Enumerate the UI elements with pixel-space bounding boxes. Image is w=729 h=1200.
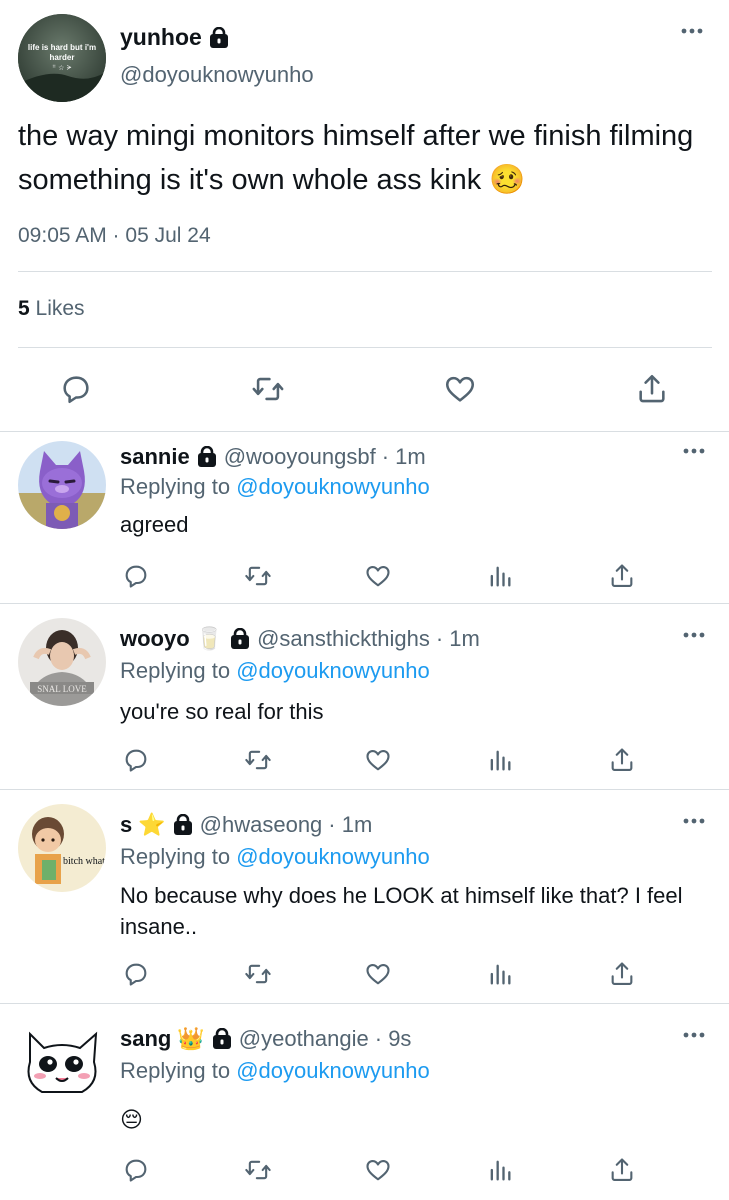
- replying-to: Replying to @doyouknowyunho: [120, 1058, 430, 1084]
- mention-link[interactable]: @doyouknowyunho: [236, 658, 430, 683]
- name-emoji: 👑: [177, 1026, 205, 1051]
- like-icon[interactable]: [360, 742, 396, 778]
- reply-text: agreed: [120, 512, 189, 537]
- replying-to: Replying to @doyouknowyunho: [120, 474, 430, 500]
- timestamp[interactable]: 09:05 AM · 05 Jul 24: [18, 224, 211, 248]
- lock-icon: [172, 814, 194, 836]
- share-icon[interactable]: [604, 558, 640, 594]
- retweet-icon[interactable]: [240, 1152, 276, 1188]
- reply-icon[interactable]: [56, 366, 96, 412]
- share-icon[interactable]: [604, 1152, 640, 1188]
- avatar[interactable]: life is hard but i'm harder ꜝꜝ ☆ ᗒ: [18, 14, 106, 102]
- reply-tweet[interactable]: sang 👑 @yeothangie · 9s Replying to @doy…: [0, 1004, 729, 1200]
- display-name[interactable]: sannie: [120, 444, 190, 470]
- replying-to: Replying to @doyouknowyunho: [120, 658, 430, 684]
- display-name[interactable]: wooyo: [120, 626, 190, 652]
- views-icon[interactable]: [482, 1152, 518, 1188]
- reply-icon[interactable]: [118, 1152, 154, 1188]
- share-icon[interactable]: [632, 366, 672, 412]
- replying-prefix: Replying to: [120, 474, 231, 499]
- time[interactable]: · 9s: [375, 1026, 412, 1052]
- time[interactable]: · 1m: [436, 626, 480, 652]
- divider: [18, 347, 712, 348]
- like-icon[interactable]: [360, 1152, 396, 1188]
- lock-icon: [211, 1028, 233, 1050]
- more-icon[interactable]: [681, 28, 703, 34]
- reply-text: No because why does he LOOK at himself l…: [120, 883, 683, 939]
- lock-icon: [208, 26, 230, 49]
- share-icon[interactable]: [604, 742, 640, 778]
- avatar[interactable]: [18, 1018, 106, 1106]
- handle[interactable]: @yeothangie: [239, 1026, 369, 1052]
- avatar[interactable]: SNAL LOVE: [18, 618, 106, 706]
- retweet-icon[interactable]: [248, 366, 288, 412]
- share-icon[interactable]: [604, 956, 640, 992]
- reply-tweet[interactable]: sannie @wooyoungsbf · 1m Replying to @do…: [0, 432, 729, 602]
- main-tweet: life is hard but i'm harder ꜝꜝ ☆ ᗒ yunho…: [0, 0, 729, 431]
- retweet-icon[interactable]: [240, 742, 276, 778]
- handle[interactable]: @hwaseong: [200, 812, 323, 838]
- retweet-icon[interactable]: [240, 956, 276, 992]
- display-name[interactable]: sang: [120, 1026, 171, 1052]
- more-icon[interactable]: [683, 632, 705, 638]
- likes-number: 5: [18, 297, 30, 320]
- display-name[interactable]: s: [120, 812, 132, 838]
- mention-link[interactable]: @doyouknowyunho: [236, 844, 430, 869]
- lock-icon: [196, 446, 218, 468]
- avatar[interactable]: bitch what: [18, 804, 106, 892]
- reply-text: you're so real for this: [120, 699, 324, 724]
- avatar[interactable]: [18, 441, 106, 529]
- divider: [18, 271, 712, 272]
- more-icon[interactable]: [683, 818, 705, 824]
- reply-icon[interactable]: [118, 558, 154, 594]
- tweet-actions: [0, 366, 729, 412]
- time[interactable]: · 1m: [382, 444, 426, 470]
- views-icon[interactable]: [482, 956, 518, 992]
- likes-label: Likes: [35, 297, 85, 320]
- reply-header: sang 👑 @yeothangie · 9s: [120, 1026, 411, 1052]
- reply-tweet[interactable]: SNAL LOVE wooyo 🥛 @sansthickthighs · 1m …: [0, 604, 729, 788]
- reply-icon[interactable]: [118, 742, 154, 778]
- more-icon[interactable]: [683, 448, 705, 454]
- likes-count[interactable]: 5 Likes: [18, 297, 85, 321]
- replying-prefix: Replying to: [120, 658, 231, 683]
- reply-header: s ⭐ @hwaseong · 1m: [120, 812, 372, 838]
- more-icon[interactable]: [683, 1032, 705, 1038]
- display-name[interactable]: yunhoe: [120, 24, 202, 51]
- name-emoji: ⭐: [138, 812, 166, 837]
- handle[interactable]: @wooyoungsbf: [224, 444, 376, 470]
- mention-link[interactable]: @doyouknowyunho: [236, 1058, 430, 1083]
- reply-header: sannie @wooyoungsbf · 1m: [120, 444, 426, 470]
- display-name-row: yunhoe: [120, 24, 230, 51]
- replying-prefix: Replying to: [120, 844, 231, 869]
- avatar-caption: bitch what: [63, 856, 105, 867]
- name-emoji: 🥛: [195, 626, 224, 651]
- like-icon[interactable]: [360, 558, 396, 594]
- like-icon[interactable]: [360, 956, 396, 992]
- tweet-text: the way mingi monitors himself after we …: [18, 120, 694, 196]
- retweet-icon[interactable]: [240, 558, 276, 594]
- views-icon[interactable]: [482, 558, 518, 594]
- handle[interactable]: @sansthickthighs: [257, 626, 430, 652]
- reply-tweet[interactable]: bitch what s ⭐ @hwaseong · 1m Replying t…: [0, 790, 729, 1002]
- time[interactable]: · 1m: [328, 812, 372, 838]
- views-icon[interactable]: [482, 742, 518, 778]
- avatar-text-line2: harder: [50, 53, 75, 62]
- avatar-text-line1: life is hard but i'm: [28, 43, 96, 52]
- mention-link[interactable]: @doyouknowyunho: [236, 474, 430, 499]
- lock-icon: [229, 628, 251, 650]
- avatar-text-line3: ꜝꜝ ☆ ᗒ: [52, 64, 71, 72]
- reply-text: 😔: [120, 1107, 143, 1132]
- reply-icon[interactable]: [118, 956, 154, 992]
- replying-prefix: Replying to: [120, 1058, 231, 1083]
- like-icon[interactable]: [440, 366, 480, 412]
- svg-text:SNAL LOVE: SNAL LOVE: [37, 684, 87, 694]
- replying-to: Replying to @doyouknowyunho: [120, 844, 430, 870]
- handle[interactable]: @doyouknowyunho: [120, 62, 314, 88]
- reply-header: wooyo 🥛 @sansthickthighs · 1m: [120, 626, 480, 652]
